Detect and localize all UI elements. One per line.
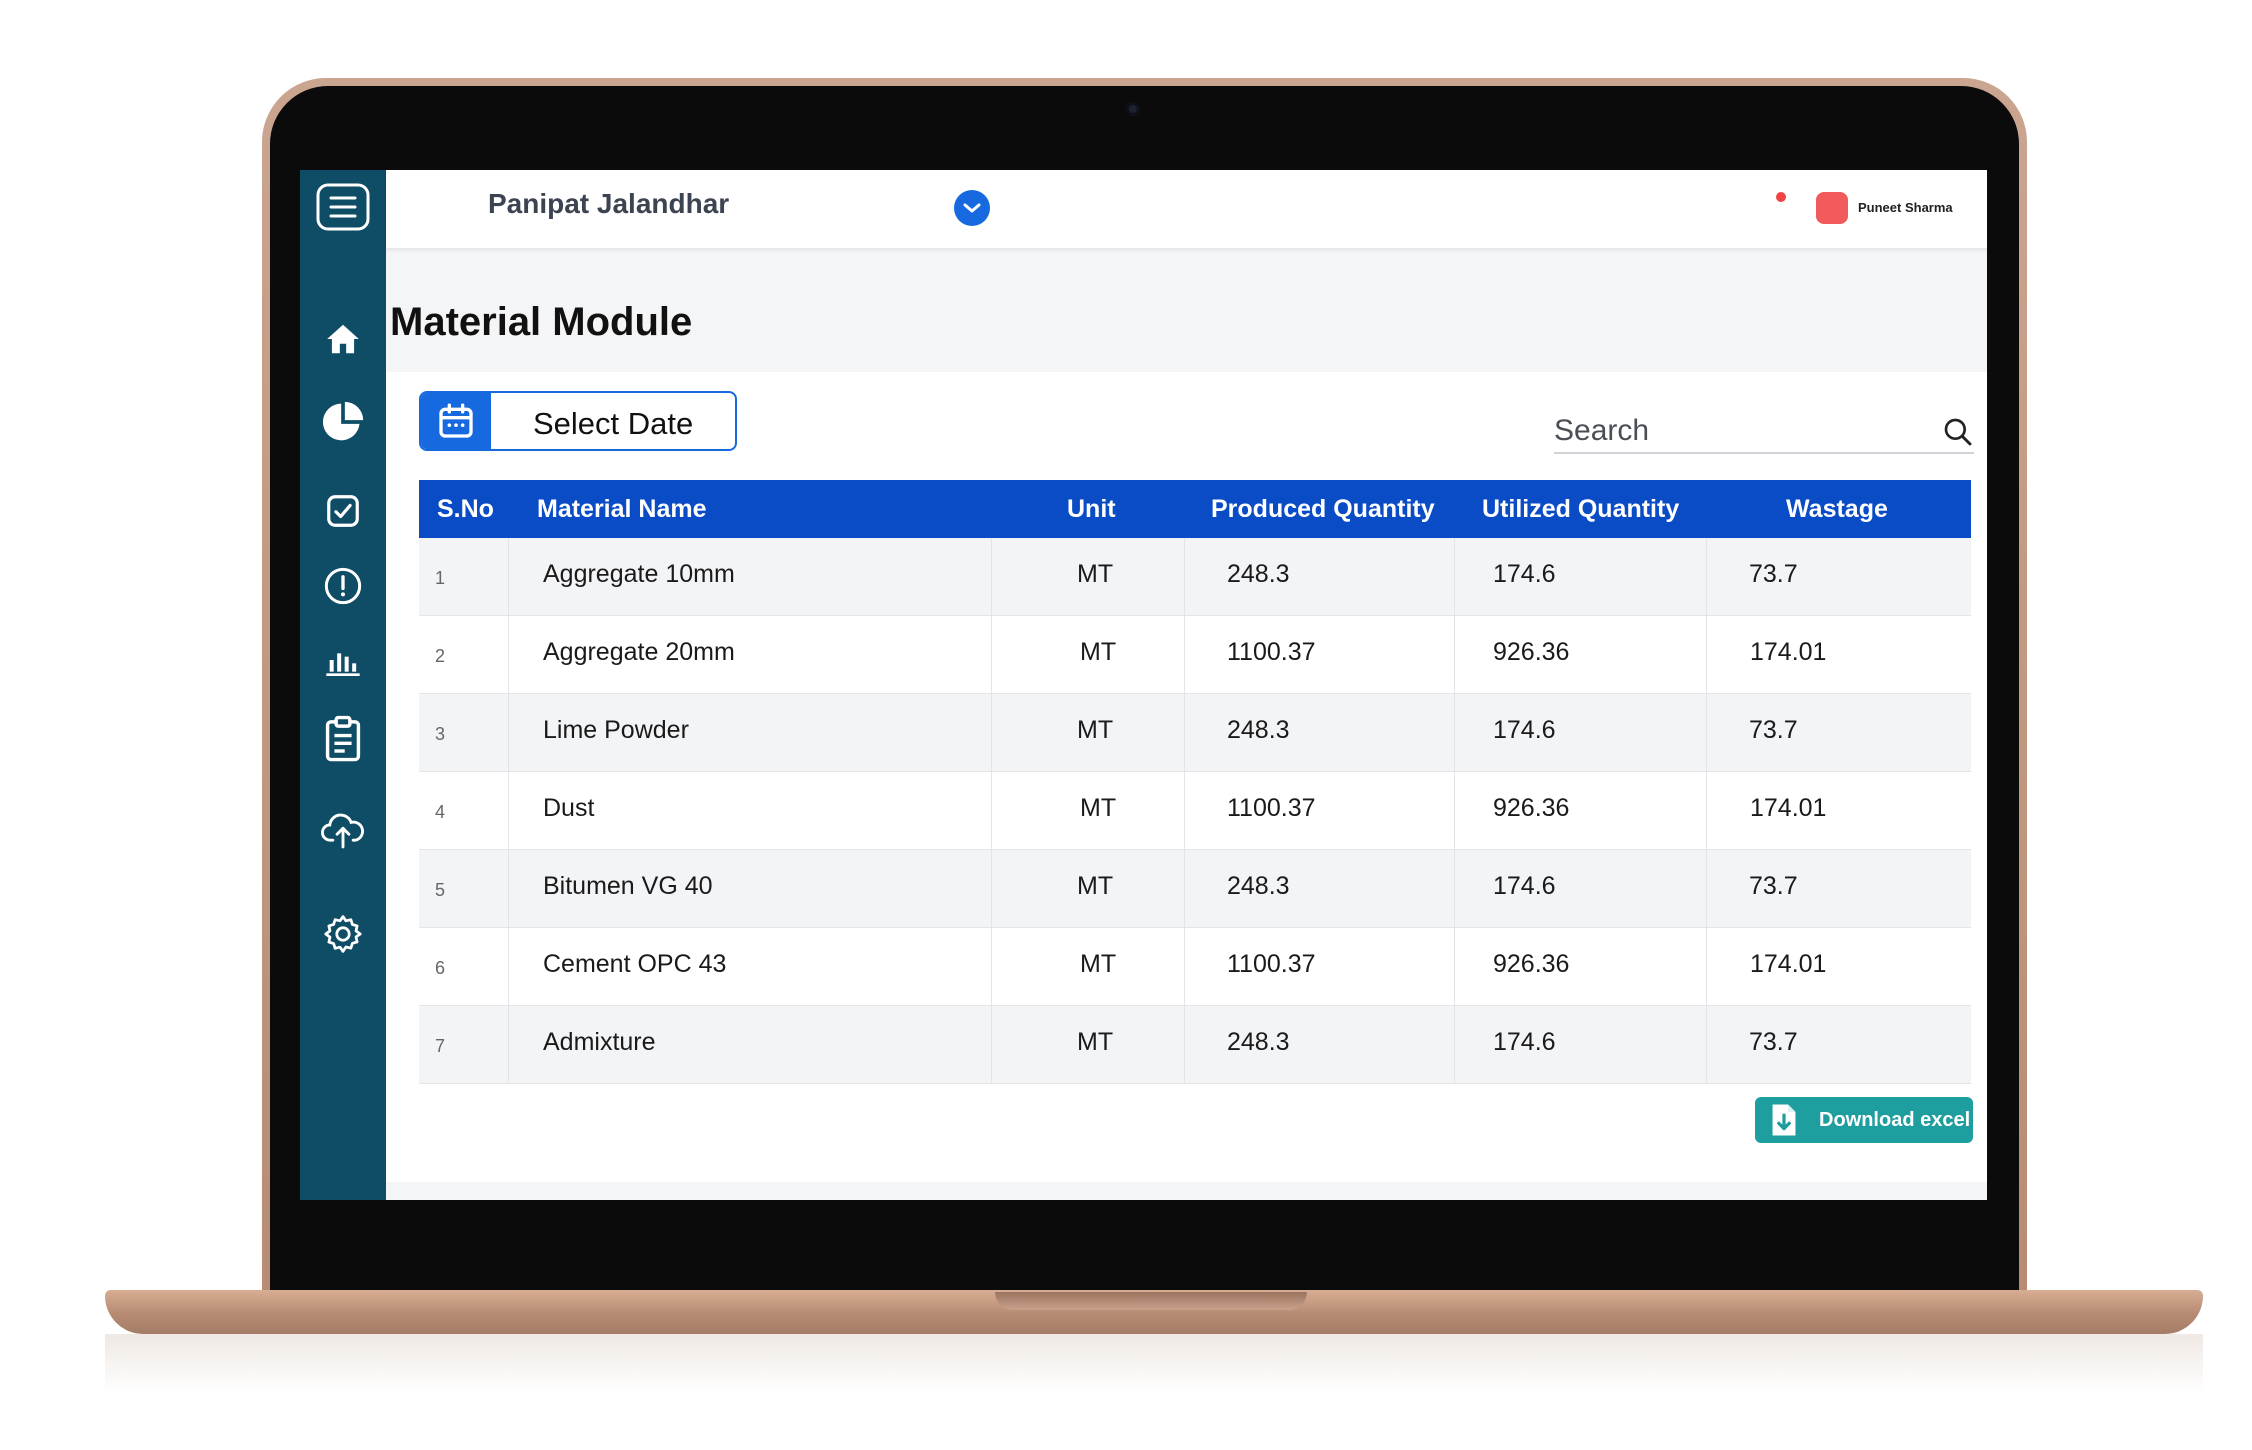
laptop-reflection	[105, 1334, 2203, 1394]
avatar[interactable]	[1816, 192, 1848, 224]
pie-chart-icon[interactable]	[300, 400, 386, 444]
row-sno: 7	[435, 1036, 446, 1056]
row-material-name: Cement OPC 43	[543, 950, 727, 978]
row-material-name: Aggregate 10mm	[543, 560, 735, 588]
row-utilized: 174.6	[1493, 716, 1556, 744]
column-header-produced[interactable]: Produced Quantity	[1211, 480, 1435, 538]
row-sno: 1	[435, 568, 446, 588]
menu-icon[interactable]	[300, 182, 386, 232]
row-wastage: 174.01	[1750, 794, 1827, 822]
page-title: Material Module	[390, 300, 693, 344]
laptop-mockup: Panipat Jalandhar Puneet Sharma Material…	[0, 0, 2252, 1450]
row-utilized: 926.36	[1493, 794, 1570, 822]
row-wastage: 73.7	[1749, 716, 1798, 744]
check-square-icon[interactable]	[300, 492, 386, 530]
table-row[interactable]: 5 Bitumen VG 40 MT 248.3 174.6 73.7	[419, 850, 1971, 928]
row-unit: MT	[1077, 560, 1114, 588]
app-screen: Panipat Jalandhar Puneet Sharma Material…	[300, 170, 1987, 1200]
row-produced: 1100.37	[1227, 794, 1316, 822]
search-input[interactable]	[1554, 410, 1924, 452]
row-produced: 248.3	[1227, 1028, 1290, 1056]
table-row[interactable]: 4 Dust MT 1100.37 926.36 174.01	[419, 772, 1971, 850]
row-produced: 1100.37	[1227, 638, 1316, 666]
row-material-name: Aggregate 20mm	[543, 638, 735, 666]
row-material-name: Admixture	[543, 1028, 656, 1056]
table-row[interactable]: 7 Admixture MT 248.3 174.6 73.7	[419, 1006, 1971, 1084]
user-name[interactable]: Puneet Sharma	[1858, 200, 1953, 215]
row-sno: 4	[435, 802, 446, 822]
row-utilized: 174.6	[1493, 1028, 1556, 1056]
column-header-unit[interactable]: Unit	[1067, 480, 1116, 538]
bar-chart-icon[interactable]	[300, 640, 386, 680]
sidebar	[300, 170, 386, 1200]
row-produced: 1100.37	[1227, 950, 1316, 978]
content-panel: Select Date S.No Material Name Unit Prod…	[386, 372, 1987, 1182]
row-wastage: 73.7	[1749, 560, 1798, 588]
download-excel-button[interactable]: Download excel	[1755, 1097, 1973, 1143]
home-icon[interactable]	[300, 320, 386, 358]
settings-icon[interactable]	[300, 912, 386, 956]
notification-dot[interactable]	[1776, 192, 1786, 202]
laptop-base-notch	[995, 1292, 1307, 1310]
row-wastage: 73.7	[1749, 872, 1798, 900]
search-icon[interactable]	[1942, 416, 1974, 453]
site-selector-label[interactable]: Panipat Jalandhar	[488, 188, 729, 220]
row-material-name: Lime Powder	[543, 716, 689, 744]
search-box	[1554, 410, 1974, 454]
column-header-sno[interactable]: S.No	[437, 480, 494, 538]
row-unit: MT	[1080, 638, 1117, 666]
row-unit: MT	[1080, 950, 1117, 978]
row-material-name: Bitumen VG 40	[543, 872, 713, 900]
select-date-label: Select Date	[533, 406, 694, 441]
row-sno: 5	[435, 880, 446, 900]
webcam-icon	[1126, 102, 1140, 116]
chevron-down-icon	[963, 203, 981, 213]
row-utilized: 926.36	[1493, 638, 1570, 666]
row-produced: 248.3	[1227, 716, 1290, 744]
row-sno: 6	[435, 958, 446, 978]
row-unit: MT	[1077, 716, 1114, 744]
materials-table: S.No Material Name Unit Produced Quantit…	[419, 480, 1971, 1084]
column-header-utilized[interactable]: Utilized Quantity	[1482, 480, 1679, 538]
row-material-name: Dust	[543, 794, 595, 822]
row-wastage: 174.01	[1750, 950, 1827, 978]
row-unit: MT	[1077, 1028, 1114, 1056]
row-produced: 248.3	[1227, 872, 1290, 900]
cloud-upload-icon[interactable]	[300, 810, 386, 850]
row-wastage: 73.7	[1749, 1028, 1798, 1056]
column-header-material-name[interactable]: Material Name	[537, 480, 707, 538]
row-utilized: 174.6	[1493, 560, 1556, 588]
row-sno: 2	[435, 646, 446, 666]
column-header-wastage[interactable]: Wastage	[1786, 480, 1888, 538]
table-row[interactable]: 1 Aggregate 10mm MT 248.3 174.6 73.7	[419, 538, 1971, 616]
row-utilized: 926.36	[1493, 950, 1570, 978]
top-bar: Panipat Jalandhar Puneet Sharma	[386, 170, 1987, 248]
table-row[interactable]: 6 Cement OPC 43 MT 1100.37 926.36 174.01	[419, 928, 1971, 1006]
row-produced: 248.3	[1227, 560, 1290, 588]
row-unit: MT	[1080, 794, 1117, 822]
file-download-icon	[1767, 1102, 1801, 1143]
row-utilized: 174.6	[1493, 872, 1556, 900]
alert-circle-icon[interactable]	[300, 566, 386, 606]
row-unit: MT	[1077, 872, 1114, 900]
row-wastage: 174.01	[1750, 638, 1827, 666]
clipboard-icon[interactable]	[300, 715, 386, 763]
table-row[interactable]: 3 Lime Powder MT 248.3 174.6 73.7	[419, 694, 1971, 772]
table-row[interactable]: 2 Aggregate 20mm MT 1100.37 926.36 174.0…	[419, 616, 1971, 694]
site-dropdown-button[interactable]	[954, 190, 990, 226]
download-excel-label: Download excel	[1819, 1109, 1971, 1131]
table-header: S.No Material Name Unit Produced Quantit…	[419, 480, 1971, 538]
select-date-button[interactable]: Select Date	[419, 391, 737, 451]
row-sno: 3	[435, 724, 446, 744]
calendar-icon	[421, 393, 491, 449]
